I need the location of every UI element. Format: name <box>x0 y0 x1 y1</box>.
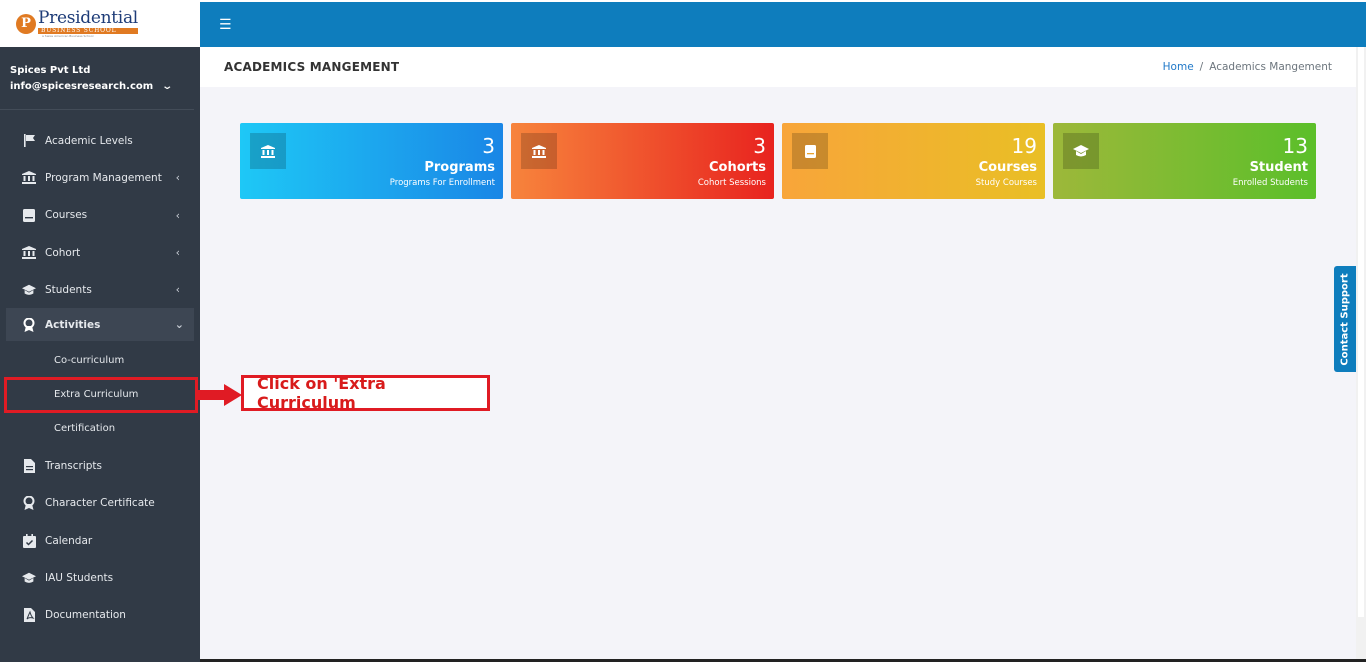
institution-icon <box>22 246 36 260</box>
stat-label: Programs <box>424 160 495 175</box>
stat-card-courses[interactable]: 19 Courses Study Courses <box>782 123 1045 199</box>
stat-label: Student <box>1249 160 1308 175</box>
logo-subtitle: BUSINESS SCHOOL <box>38 27 138 34</box>
sidebar-subitem-co-curriculum[interactable]: Co-curriculum <box>0 343 200 377</box>
scrollbar-thumb[interactable] <box>1358 47 1364 617</box>
user-email: info@spicesresearch.com <box>10 81 154 92</box>
sidebar-item-label: Character Certificate <box>45 497 155 510</box>
book-icon <box>22 208 36 222</box>
sidebar-item-label: Students <box>45 283 92 296</box>
book-icon <box>792 133 828 169</box>
sidebar-item-calendar[interactable]: Calendar <box>0 522 200 559</box>
breadcrumb-current: Academics Mangement <box>1209 61 1332 73</box>
contact-support-label: Contact Support <box>1339 272 1351 366</box>
stat-sublabel: Cohort Sessions <box>697 178 766 188</box>
sidebar-item-academic-levels[interactable]: Academic Levels <box>0 122 200 159</box>
chevron-down-icon[interactable]: ⌄ <box>161 81 173 92</box>
stat-card-programs[interactable]: 3 Programs Programs For Enrollment <box>240 123 503 199</box>
stat-count: 3 <box>753 134 766 158</box>
user-profile[interactable]: Spices Pvt Ltd info@spicesresearch.com ⌄ <box>0 47 194 110</box>
award-icon <box>22 317 36 332</box>
sidebar-item-transcripts[interactable]: Transcripts <box>0 447 200 484</box>
logo-mark: P <box>16 13 36 34</box>
annotation-callout: Click on 'Extra Curriculum <box>241 374 490 412</box>
award-icon <box>22 496 36 511</box>
stat-count: 3 <box>482 134 495 158</box>
flag-icon <box>22 134 36 148</box>
sidebar-item-label: Courses <box>45 209 88 222</box>
stat-count: 19 <box>1011 134 1037 158</box>
breadcrumb: Home / Academics Mangement <box>1163 61 1332 73</box>
stat-label: Cohorts <box>708 160 766 175</box>
sidebar-item-character-certificate[interactable]: Character Certificate <box>0 485 200 522</box>
logo-tagline: a Swiss American Business School <box>42 33 94 38</box>
sidebar-item-label: Academic Levels <box>45 134 133 147</box>
sidebar-item-label: Calendar <box>45 534 93 547</box>
graduation-cap-icon <box>1063 133 1099 169</box>
graduation-cap-icon <box>22 283 36 297</box>
sidebar-item-label: Documentation <box>45 609 126 622</box>
page-header: ACADEMICS MANGEMENT Home / Academics Man… <box>200 47 1356 87</box>
breadcrumb-separator: / <box>1199 61 1204 73</box>
user-org: Spices Pvt Ltd <box>10 65 91 76</box>
stat-count: 13 <box>1282 134 1308 158</box>
stat-card-cohorts[interactable]: 3 Cohorts Cohort Sessions <box>511 123 774 199</box>
menu-toggle-icon[interactable]: ☰ <box>219 17 232 33</box>
highlight-box <box>4 377 198 413</box>
chevron-left-icon: ‹ <box>175 208 180 222</box>
chevron-down-icon: ⌄ <box>174 318 184 332</box>
sidebar-item-iau-students[interactable]: IAU Students <box>0 559 200 596</box>
graduation-cap-icon <box>22 571 36 585</box>
chevron-left-icon: ‹ <box>175 246 180 260</box>
institution-icon <box>521 133 557 169</box>
sidebar-subitem-label: Co-curriculum <box>54 354 125 366</box>
sidebar-item-cohort[interactable]: Cohort ‹ <box>0 234 200 271</box>
stat-cards: 3 Programs Programs For Enrollment 3 Coh… <box>240 123 1316 199</box>
logo-name: Presidential <box>38 7 138 28</box>
file-pdf-icon <box>22 608 36 623</box>
sidebar-item-program-management[interactable]: Program Management ‹ <box>0 159 200 196</box>
top-navbar: ☰ <box>200 2 1366 47</box>
sidebar-item-students[interactable]: Students ‹ <box>0 271 200 308</box>
contact-support-tab[interactable]: Contact Support <box>1334 266 1356 372</box>
stat-sublabel: Programs For Enrollment <box>389 178 495 188</box>
sidebar-item-documentation[interactable]: Documentation <box>0 597 200 634</box>
sidebar-item-label: IAU Students <box>45 572 114 585</box>
sidebar-subitem-certification[interactable]: Certification <box>0 411 200 445</box>
sidebar-item-label: Program Management <box>45 171 162 184</box>
sidebar-item-courses[interactable]: Courses ‹ <box>0 197 200 234</box>
sidebar-item-label: Transcripts <box>45 460 103 473</box>
file-icon <box>22 459 36 474</box>
chevron-left-icon: ‹ <box>175 283 180 297</box>
sidebar-item-activities[interactable]: Activities ⌄ <box>6 308 194 342</box>
institution-icon <box>250 133 286 169</box>
chevron-left-icon: ‹ <box>175 171 180 185</box>
stat-sublabel: Enrolled Students <box>1232 178 1308 188</box>
stat-card-students[interactable]: 13 Student Enrolled Students <box>1053 123 1316 199</box>
institution-icon <box>22 171 36 185</box>
sidebar-item-label: Cohort <box>45 246 81 259</box>
sidebar: P Presidential BUSINESS SCHOOL a Swiss A… <box>0 0 200 662</box>
sidebar-item-label: Activities <box>45 318 101 331</box>
stat-label: Courses <box>978 160 1037 175</box>
page-title: ACADEMICS MANGEMENT <box>224 60 400 74</box>
calendar-check-icon <box>22 533 36 548</box>
logo: P Presidential BUSINESS SCHOOL a Swiss A… <box>16 7 138 38</box>
logo-area[interactable]: P Presidential BUSINESS SCHOOL a Swiss A… <box>0 0 200 47</box>
breadcrumb-home-link[interactable]: Home <box>1163 61 1194 73</box>
sidebar-subitem-label: Certification <box>54 422 116 434</box>
stat-sublabel: Study Courses <box>975 178 1037 188</box>
annotation-arrow <box>198 384 242 406</box>
